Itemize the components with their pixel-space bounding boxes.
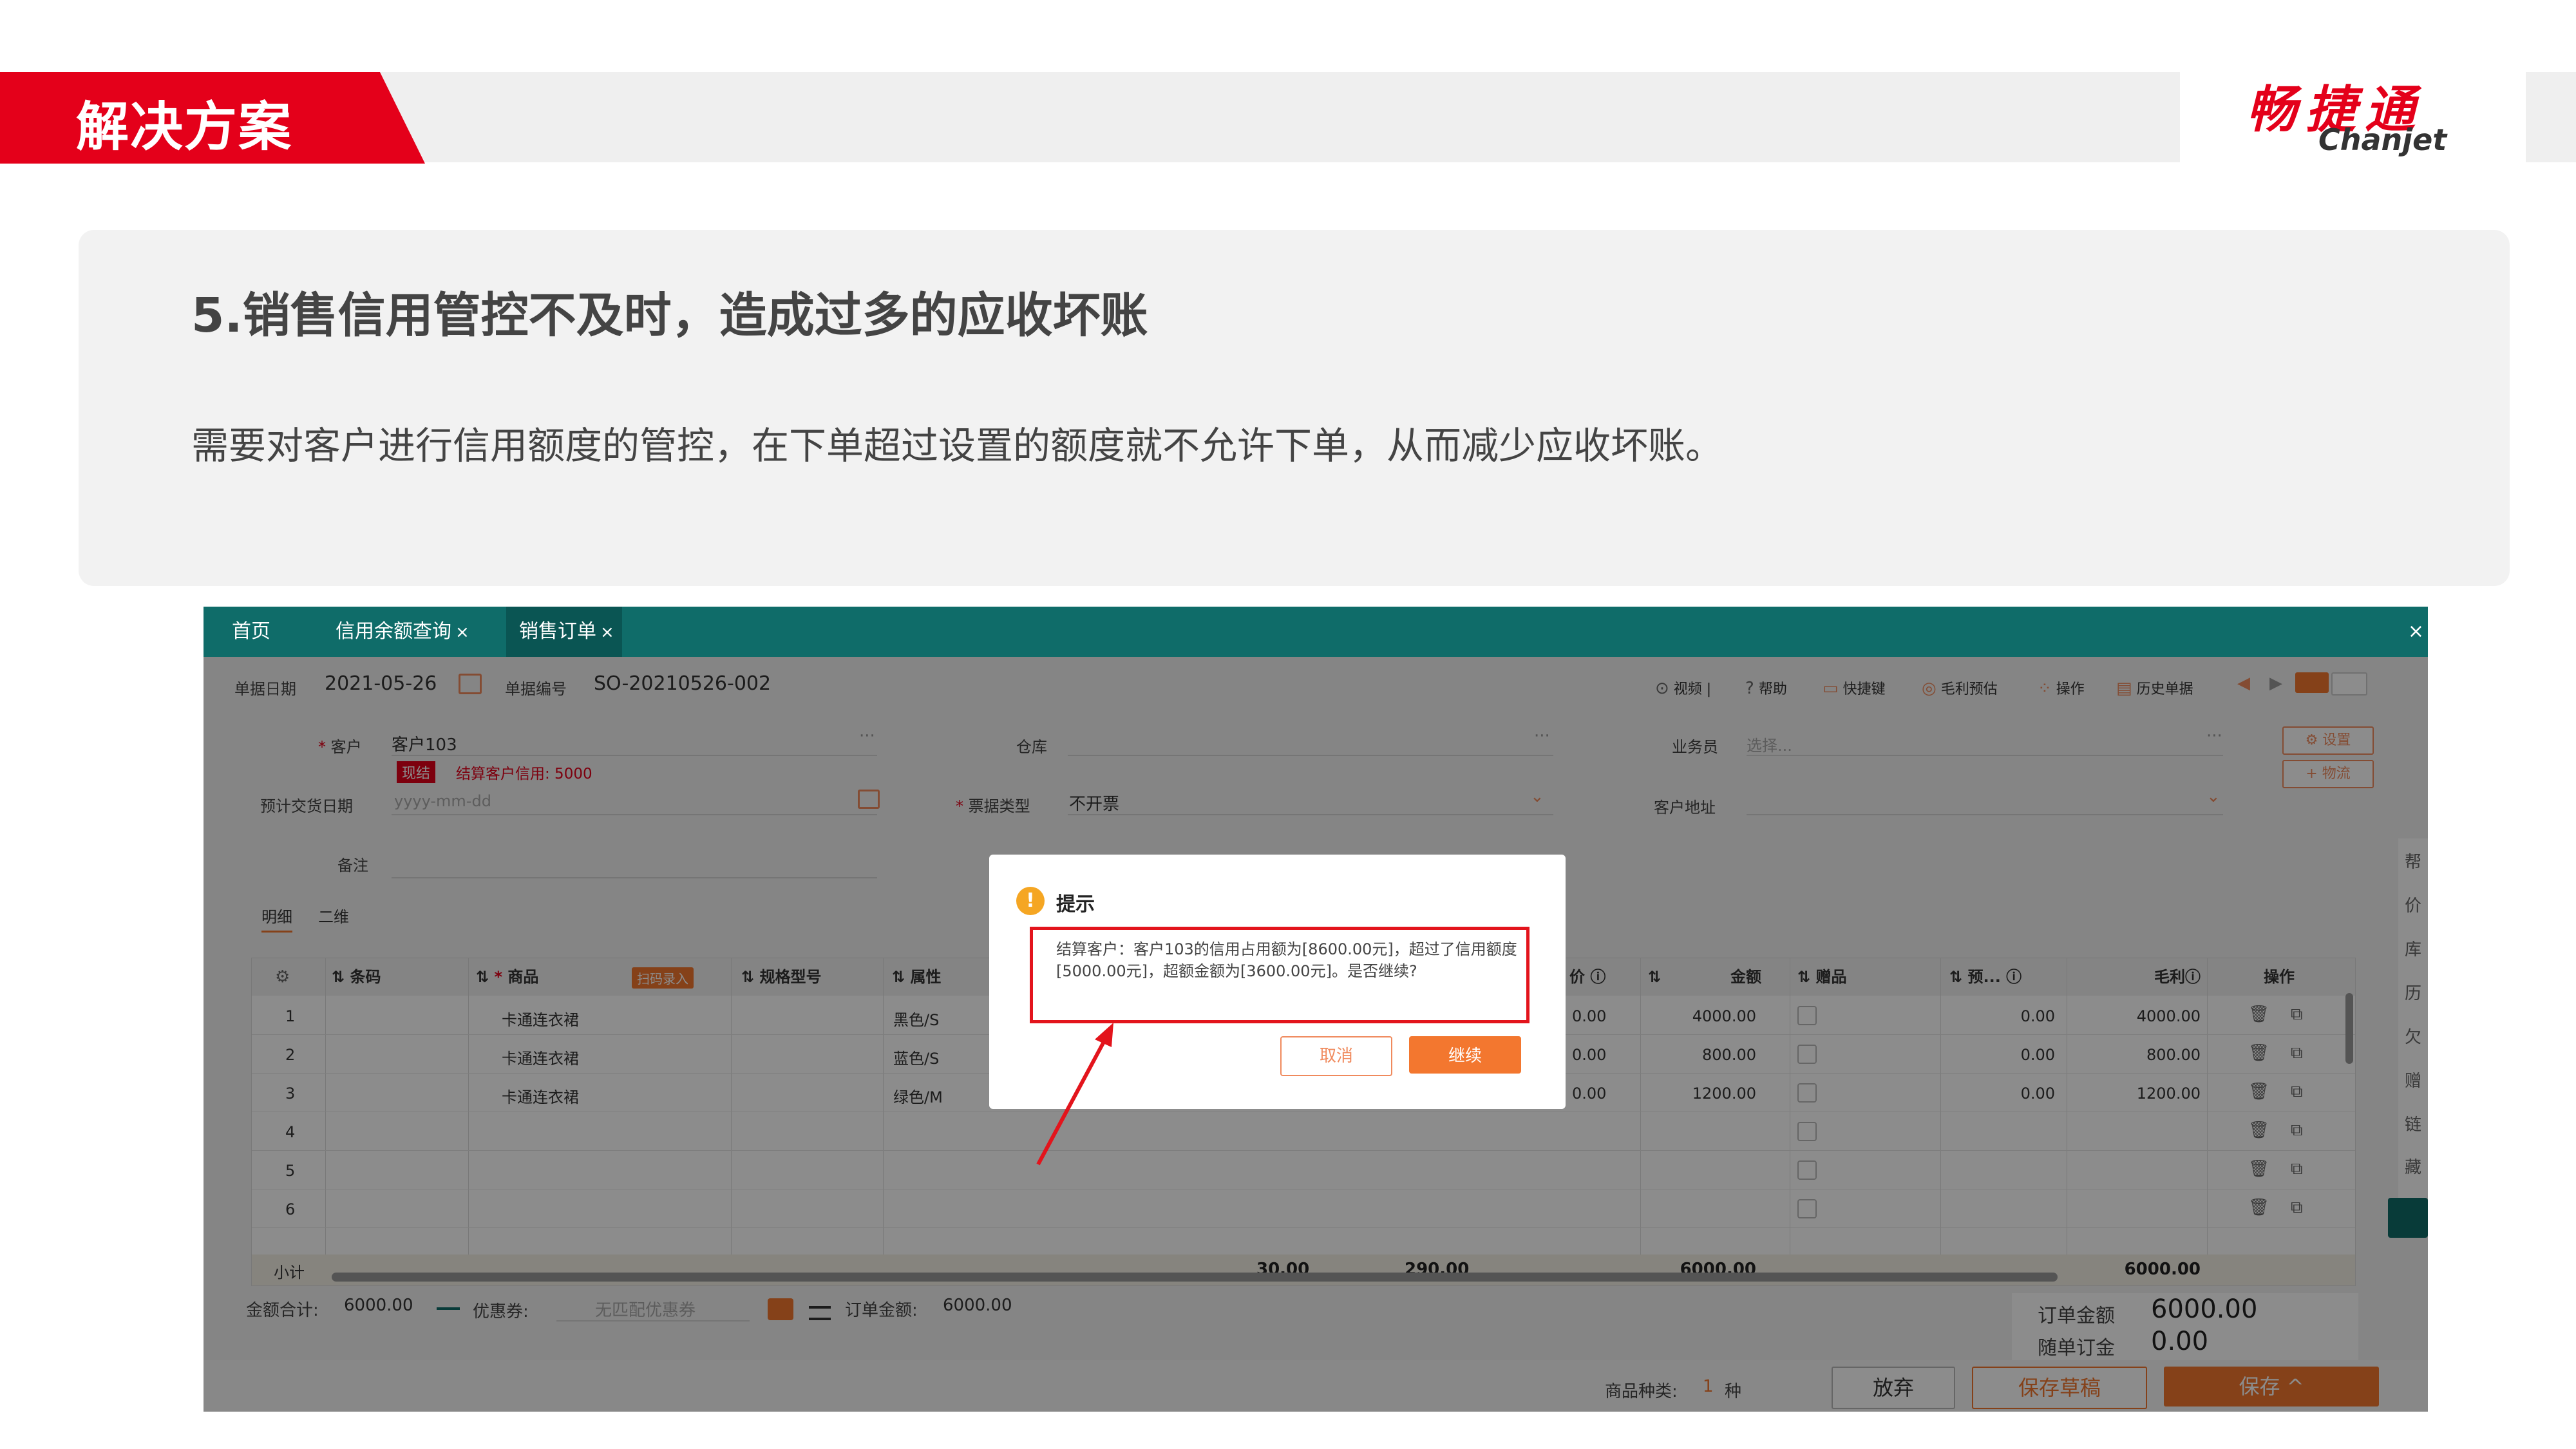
section-title: 解决方案 (76, 97, 293, 158)
card-description: 需要对客户进行信用额度的管控，在下单超过设置的额度就不允许下单，从而减少应收坏账… (191, 424, 1723, 468)
annotation-arrow (1036, 1023, 1113, 1166)
header-band-right (2526, 72, 2576, 162)
card-title: 5.销售信用管控不及时，造成过多的应收坏账 (191, 288, 1148, 343)
app-screenshot: 首页 信用余额查询 × 销售订单 × × 单据日期 2021-05-26 单据编号 … (204, 607, 2428, 1412)
logo-english: Chanjet (2318, 122, 2447, 157)
